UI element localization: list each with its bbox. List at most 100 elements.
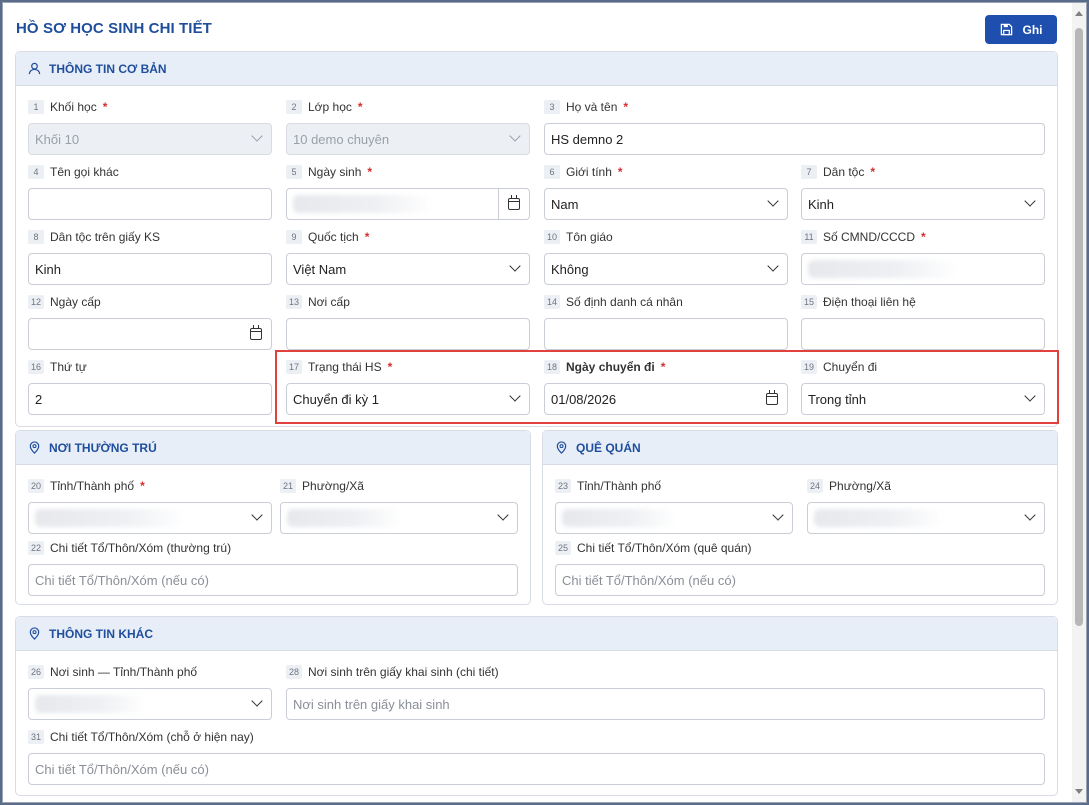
field-issue-date: 12 Ngày cấp: [28, 294, 272, 350]
field-number: 11: [801, 230, 817, 244]
field-label: Điện thoại liên hệ: [823, 295, 916, 309]
required-mark: *: [102, 100, 108, 114]
field-number: 26: [28, 665, 45, 679]
field-label: Chi tiết Tổ/Thôn/Xóm (chỗ ở hiện nay): [50, 730, 254, 744]
required-mark: *: [357, 100, 363, 114]
required-mark: *: [140, 479, 145, 493]
field-label: Tỉnh/Thành phố: [50, 479, 135, 493]
ethnicity-select[interactable]: Kinh: [801, 188, 1045, 220]
field-label: Họ và tên: [566, 100, 618, 114]
field-birthplace-province: 26 Nơi sinh — Tỉnh/Thành phố: [28, 664, 272, 720]
highlight-box: [275, 350, 1059, 424]
calendar-icon[interactable]: [250, 325, 262, 340]
residence-province-select[interactable]: [28, 502, 272, 534]
field-number: 3: [544, 100, 560, 114]
residence-ward-select[interactable]: [280, 502, 518, 534]
field-number: 8: [28, 230, 44, 244]
chevron-down-icon: [767, 260, 779, 272]
phone-input[interactable]: [801, 318, 1045, 350]
placeholder: Chi tiết Tổ/Thôn/Xóm (nếu có): [562, 572, 736, 588]
field-number: 4: [28, 165, 44, 179]
religion-value: Không: [551, 261, 589, 277]
scroll-down-arrow-icon[interactable]: [1075, 789, 1083, 794]
field-residence-ward: 21 Phường/Xã: [280, 478, 518, 534]
full-name-input[interactable]: HS demno 2: [544, 123, 1045, 155]
redacted-value: [814, 509, 944, 527]
grade-select[interactable]: Khối 10: [28, 123, 272, 155]
class-select[interactable]: 10 demo chuyên: [286, 123, 530, 155]
field-number: 2: [286, 100, 302, 114]
scroll-up-arrow-icon[interactable]: [1075, 11, 1083, 16]
section-title-hometown: QUÊ QUÁN: [576, 440, 641, 455]
field-nationality: 9 Quốc tịch * Việt Nam: [286, 229, 530, 285]
hometown-ward-select[interactable]: [807, 502, 1045, 534]
field-issue-place: 13 Nơi cấp: [286, 294, 530, 350]
field-label: Nơi cấp: [308, 295, 350, 309]
ethnicity-value: Kinh: [808, 196, 835, 212]
field-birth-date: 5 Ngày sinh *: [286, 164, 530, 220]
location-pin-icon: [29, 441, 40, 454]
user-icon: [28, 62, 41, 75]
field-hometown-detail: 25 Chi tiết Tổ/Thôn/Xóm (quê quán) Chi ti…: [555, 540, 1045, 596]
field-label: Tỉnh/Thành phố: [577, 479, 662, 493]
current-address-detail-input[interactable]: Chi tiết Tổ/Thôn/Xóm (nếu có): [28, 753, 1045, 785]
field-label: Chi tiết Tổ/Thôn/Xóm (quê quán): [577, 541, 752, 555]
field-label: Ngày cấp: [50, 295, 101, 309]
field-number: 28: [286, 665, 303, 679]
issue-date-input[interactable]: [28, 318, 272, 350]
field-number: 22: [28, 541, 45, 555]
issue-place-input[interactable]: [286, 318, 530, 350]
section-title-basic: THÔNG TIN CƠ BẢN: [49, 61, 167, 76]
chevron-down-icon: [772, 509, 784, 521]
field-residence-province: 20 Tỉnh/Thành phố *: [28, 478, 272, 534]
field-phone: 15 Điện thoại liên hệ: [801, 294, 1045, 350]
field-number: 25: [555, 541, 572, 555]
redacted-value: [35, 509, 185, 527]
personal-id-input[interactable]: [544, 318, 788, 350]
field-number: 23: [555, 479, 572, 493]
field-number: 13: [286, 295, 303, 309]
nationality-select[interactable]: Việt Nam: [286, 253, 530, 285]
hometown-province-select[interactable]: [555, 502, 793, 534]
field-other-name: 4 Tên gọi khác: [28, 164, 272, 220]
gender-select[interactable]: Nam: [544, 188, 788, 220]
field-id-number: 11 Số CMND/CCCD *: [801, 229, 1045, 285]
residence-detail-input[interactable]: Chi tiết Tổ/Thôn/Xóm (nếu có): [28, 564, 518, 596]
field-label: Dân tộc trên giấy KS: [50, 230, 161, 244]
id-number-input[interactable]: [801, 253, 1045, 285]
religion-select[interactable]: Không: [544, 253, 788, 285]
save-button[interactable]: Ghi: [985, 15, 1057, 44]
hometown-detail-input[interactable]: Chi tiết Tổ/Thôn/Xóm (nếu có): [555, 564, 1045, 596]
birthplace-detail-input[interactable]: Nơi sinh trên giấy khai sinh: [286, 688, 1045, 720]
field-number: 1: [28, 100, 44, 114]
field-label: Nơi sinh — Tỉnh/Thành phố: [50, 665, 198, 679]
section-title-other: THÔNG TIN KHÁC: [49, 626, 153, 641]
other-name-input[interactable]: [28, 188, 272, 220]
calendar-icon[interactable]: [508, 195, 520, 210]
redacted-value: [287, 509, 402, 527]
scrollbar-thumb[interactable]: [1075, 28, 1083, 626]
field-number: 31: [28, 730, 45, 744]
birth-date-input[interactable]: [286, 188, 530, 220]
field-order: 16 Thứ tự 2: [28, 359, 272, 415]
required-mark: *: [617, 165, 623, 179]
redacted-value: [562, 509, 677, 527]
order-input[interactable]: 2: [28, 383, 272, 415]
divider: [498, 189, 499, 219]
ethnicity-birth-cert-input[interactable]: Kinh: [28, 253, 272, 285]
field-label: Tên gọi khác: [50, 165, 119, 179]
field-number: 21: [280, 479, 297, 493]
field-class: 2 Lớp học * 10 demo chuyên: [286, 99, 530, 155]
field-label: Quốc tịch: [308, 230, 359, 244]
required-mark: *: [364, 230, 370, 244]
chevron-down-icon: [509, 260, 521, 272]
scrollbar[interactable]: [1072, 3, 1086, 802]
birthplace-province-select[interactable]: [28, 688, 272, 720]
field-hometown-province: 23 Tỉnh/Thành phố: [555, 478, 793, 534]
field-label: Số định danh cá nhân: [566, 295, 683, 309]
field-residence-detail: 22 Chi tiết Tổ/Thôn/Xóm (thường trú) Chi …: [28, 540, 518, 596]
field-number: 7: [801, 165, 817, 179]
student-profile-window: HỒ SƠ HỌC SINH CHI TIẾT Ghi THÔNG TIN CƠ…: [2, 2, 1087, 803]
chevron-down-icon: [1024, 195, 1036, 207]
nationality-value: Việt Nam: [293, 261, 347, 277]
